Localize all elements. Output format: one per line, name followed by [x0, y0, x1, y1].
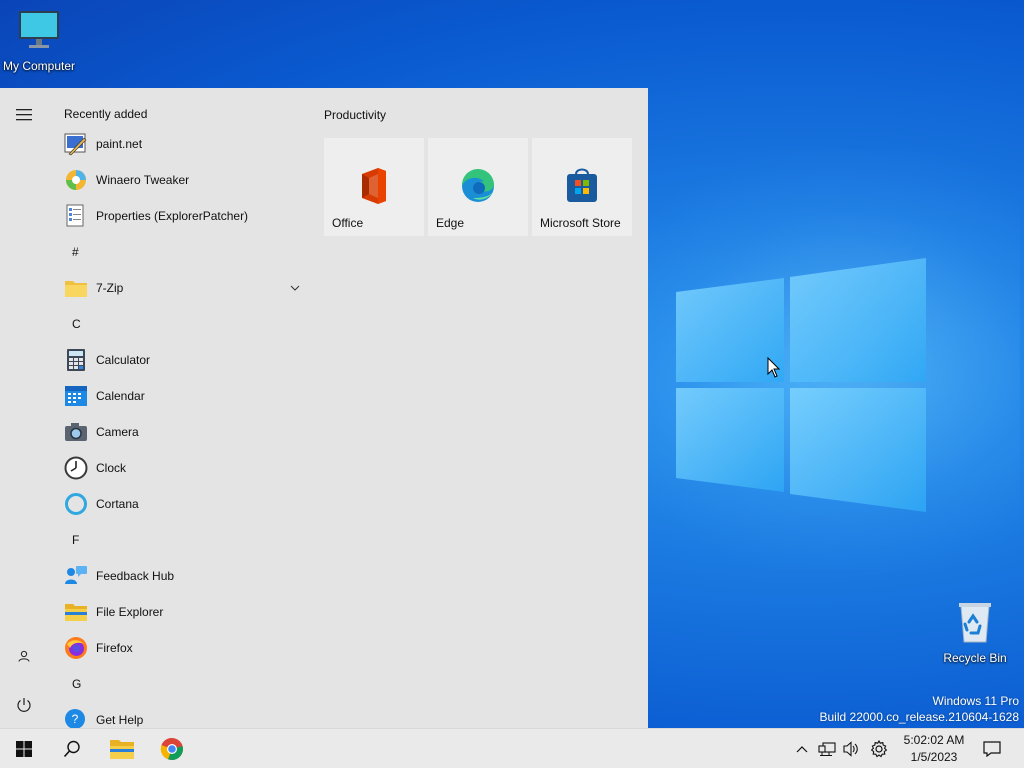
chrome-icon [160, 737, 183, 761]
user-icon [18, 650, 30, 662]
app-item-properties-explorerpatcher[interactable]: Properties (ExplorerPatcher) [56, 198, 312, 234]
file-explorer-icon [65, 604, 87, 621]
app-item-file-explorer[interactable]: File Explorer [56, 594, 312, 630]
app-label: Winaero Tweaker [96, 173, 190, 187]
show-hidden-icons-button[interactable] [792, 729, 812, 768]
edge-icon [461, 168, 494, 202]
clock-icon [64, 456, 88, 480]
group-letter-c[interactable]: C [56, 306, 312, 342]
user-account-button[interactable] [0, 636, 48, 676]
clock-time: 5:02:02 AM [903, 733, 965, 747]
gear-icon [870, 740, 888, 758]
app-label: File Explorer [96, 605, 164, 619]
app-label: Firefox [96, 641, 133, 655]
desktop-icon-recycle-bin[interactable]: Recycle Bin [932, 600, 1018, 665]
get-help-icon: ? [65, 709, 85, 728]
folder-icon [65, 281, 87, 297]
app-label: Get Help [96, 713, 144, 727]
paintnet-icon [64, 133, 87, 156]
properties-icon [66, 204, 84, 227]
calendar-icon [65, 386, 87, 406]
app-item-calendar[interactable]: Calendar [56, 378, 312, 414]
app-label: Camera [96, 425, 139, 439]
app-item-camera[interactable]: Camera [56, 414, 312, 450]
mouse-cursor-icon [767, 357, 781, 378]
search-button[interactable] [48, 729, 96, 768]
monitor-icon [19, 11, 59, 48]
power-icon [17, 698, 31, 712]
clock-date: 1/5/2023 [910, 750, 958, 764]
desktop-icon-label: Recycle Bin [943, 651, 1007, 665]
start-menu-rail [0, 88, 48, 728]
app-item-firefox[interactable]: Firefox [56, 630, 312, 666]
app-item-winaero-tweaker[interactable]: Winaero Tweaker [56, 162, 312, 198]
camera-icon [65, 423, 87, 441]
volume-button[interactable] [840, 729, 862, 768]
recently-added-heading: Recently added [64, 107, 148, 121]
action-center-button[interactable] [978, 729, 1006, 768]
app-item-calculator[interactable]: Calculator [56, 342, 312, 378]
taskbar-clock[interactable]: 5:02:02 AM 1/5/2023 [892, 732, 976, 766]
feedback-hub-icon [65, 566, 87, 584]
chevron-down-icon[interactable] [290, 285, 300, 291]
recycle-bin-icon [959, 603, 991, 643]
network-button[interactable] [816, 729, 838, 768]
app-item-paintnet[interactable]: paint.net [56, 126, 312, 162]
power-button[interactable] [0, 685, 48, 725]
speaker-icon [843, 741, 858, 757]
search-icon [63, 740, 80, 758]
office-icon [362, 168, 386, 204]
app-label: Calendar [96, 389, 145, 403]
app-list: Recently added paint.net Winaero Tweaker [56, 102, 312, 728]
group-letter-hash[interactable]: # [56, 234, 312, 270]
calculator-icon [67, 349, 85, 371]
app-item-7zip[interactable]: 7-Zip [56, 270, 312, 306]
app-label: Feedback Hub [96, 569, 175, 583]
group-letter-g[interactable]: G [56, 666, 312, 702]
hamburger-menu-button[interactable] [0, 95, 48, 135]
windows-wallpaper-logo [676, 258, 926, 512]
app-item-feedback-hub[interactable]: Feedback Hub [56, 558, 312, 594]
hamburger-icon [16, 109, 32, 121]
svg-text:?: ? [72, 712, 79, 726]
store-icon [567, 168, 597, 202]
notification-icon [983, 741, 1001, 757]
tile-label: Microsoft Store [540, 216, 621, 230]
desktop-icon-label: My Computer [2, 59, 76, 73]
firefox-icon [65, 637, 87, 659]
taskbar-file-explorer[interactable] [98, 729, 146, 768]
cortana-icon [65, 493, 87, 515]
taskbar: 5:02:02 AM 1/5/2023 [0, 728, 1024, 768]
network-icon [818, 742, 836, 756]
app-item-cortana[interactable]: Cortana [56, 486, 312, 522]
build-text: Build 22000.co_release.210604-1628 [819, 710, 1020, 724]
app-label: Properties (ExplorerPatcher) [96, 209, 249, 223]
group-letter-f[interactable]: F [56, 522, 312, 558]
edition-text: Windows 11 Pro [932, 694, 1019, 708]
app-item-clock[interactable]: Clock [56, 450, 312, 486]
app-label: Cortana [96, 497, 139, 511]
windows-build-watermark: Windows 11 Pro Build 22000.co_release.21… [820, 693, 1020, 725]
start-menu: Recently added paint.net Winaero Tweaker [0, 88, 648, 728]
tile-edge[interactable]: Edge [428, 138, 528, 236]
tile-label: Edge [436, 216, 465, 230]
file-explorer-icon [110, 740, 134, 759]
tile-label: Office [332, 216, 364, 230]
winaero-tweaker-icon [66, 170, 86, 190]
app-label: 7-Zip [96, 281, 124, 295]
tile-microsoft-store[interactable]: Microsoft Store [532, 138, 632, 236]
app-label: Calculator [96, 353, 151, 367]
chevron-up-icon [796, 746, 808, 753]
windows-logo-icon [16, 741, 32, 757]
taskbar-chrome[interactable] [148, 729, 196, 768]
settings-button[interactable] [866, 729, 892, 768]
tile-office[interactable]: Office [324, 138, 424, 236]
start-button[interactable] [0, 729, 48, 768]
desktop-icon-my-computer[interactable]: My Computer [0, 8, 82, 73]
app-label: paint.net [96, 137, 143, 151]
tiles-group-heading: Productivity [324, 108, 387, 122]
app-item-get-help[interactable]: ? Get Help [56, 702, 312, 728]
app-label: Clock [96, 461, 127, 475]
